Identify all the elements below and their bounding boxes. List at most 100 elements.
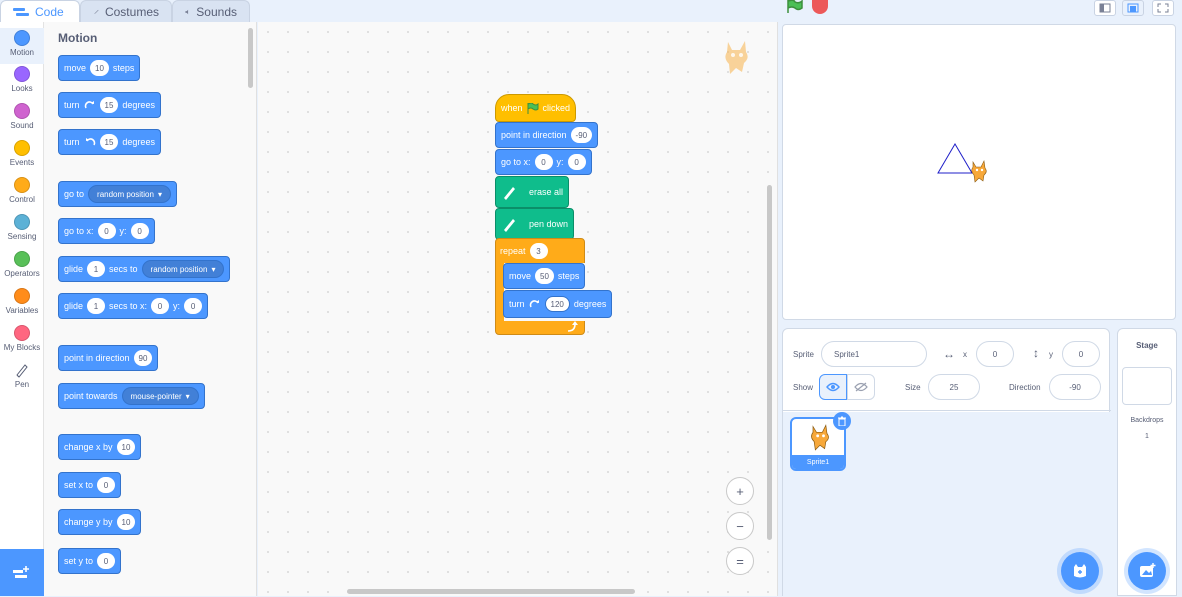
- x-input[interactable]: 0: [97, 223, 116, 239]
- rotate-left-icon: [85, 138, 95, 146]
- sprite-list: Sprite1: [783, 412, 1111, 597]
- category-label: Sound: [10, 121, 34, 130]
- category-motion[interactable]: Motion: [0, 28, 44, 64]
- y-input[interactable]: 0: [567, 154, 586, 170]
- tab-code[interactable]: Code: [0, 0, 80, 22]
- x-input[interactable]: 0: [534, 154, 553, 170]
- value-input[interactable]: 0: [97, 553, 116, 569]
- turn-right-block[interactable]: turn 15 degrees: [58, 92, 161, 118]
- move-steps-block[interactable]: move 10 steps: [58, 55, 141, 81]
- value-input[interactable]: 0: [97, 477, 116, 493]
- value-input[interactable]: 10: [116, 514, 136, 530]
- x-arrow-icon: ↔: [943, 347, 955, 361]
- small-stage-button[interactable]: [1094, 0, 1116, 16]
- block-text: turn: [64, 100, 80, 110]
- glide-to-xy-block[interactable]: glide 1 secs to x: 0 y: 0: [58, 293, 209, 319]
- fullscreen-button[interactable]: [1152, 0, 1174, 16]
- block-text: set y to: [64, 556, 94, 566]
- secs-input[interactable]: 1: [87, 298, 106, 314]
- turn-right-block[interactable]: turn 120 degrees: [503, 290, 613, 318]
- direction-input[interactable]: 90: [133, 350, 153, 366]
- block-text: erase all: [529, 187, 564, 197]
- y-arrow-icon: ↕: [1033, 346, 1039, 360]
- category-sensing[interactable]: Sensing: [0, 214, 44, 241]
- category-sound[interactable]: Sound: [0, 103, 44, 130]
- pen-down-block[interactable]: pen down: [495, 208, 575, 240]
- direction-input[interactable]: -90: [570, 127, 593, 143]
- x-input[interactable]: 0: [151, 298, 170, 314]
- category-label: Looks: [11, 84, 33, 93]
- move-steps-block[interactable]: move 50 steps: [503, 263, 586, 289]
- sprite-name-field[interactable]: Sprite1: [821, 341, 927, 367]
- glide-to-block[interactable]: glide 1 secs to random position ▾: [58, 256, 231, 282]
- delete-sprite-button[interactable]: [833, 412, 851, 430]
- stage-canvas[interactable]: [782, 24, 1176, 320]
- goto-target-dropdown[interactable]: random position ▾: [88, 185, 171, 203]
- category-label: Motion: [9, 48, 34, 57]
- code-workspace[interactable]: when clicked point in direction -90 go to…: [258, 22, 778, 596]
- erase-all-block[interactable]: erase all: [495, 176, 570, 208]
- size-field[interactable]: 25: [928, 374, 980, 400]
- pen-icon: [504, 187, 515, 200]
- set-y-block[interactable]: set y to 0: [58, 548, 122, 574]
- turn-left-block[interactable]: turn 15 degrees: [58, 129, 161, 155]
- category-looks[interactable]: Looks: [0, 66, 44, 93]
- degrees-input[interactable]: 120: [544, 296, 570, 312]
- x-position-field[interactable]: 0: [976, 341, 1014, 367]
- when-flag-clicked-block[interactable]: when clicked: [495, 94, 577, 122]
- category-my-blocks[interactable]: My Blocks: [0, 325, 44, 352]
- normal-stage-button[interactable]: [1122, 0, 1144, 16]
- choose-backdrop-button[interactable]: [1128, 552, 1166, 590]
- stage-selector-pane[interactable]: Stage Backdrops 1: [1117, 328, 1177, 596]
- workspace-horizontal-scrollbar[interactable]: [347, 589, 635, 594]
- glide-target-dropdown[interactable]: random position ▾: [141, 260, 225, 278]
- value-input[interactable]: 10: [116, 439, 136, 455]
- show-hidden-button[interactable]: [847, 374, 875, 400]
- green-flag-icon[interactable]: [786, 0, 804, 14]
- point-in-direction-block[interactable]: point in direction 90: [58, 345, 159, 371]
- workspace-vertical-scrollbar[interactable]: [767, 185, 772, 540]
- add-extension-button[interactable]: [0, 549, 44, 596]
- go-to-xy-block[interactable]: go to x: 0 y: 0: [495, 149, 592, 175]
- tab-costumes[interactable]: Costumes: [80, 0, 172, 22]
- go-to-xy-block[interactable]: go to x: 0 y: 0: [58, 218, 155, 244]
- y-input[interactable]: 0: [184, 298, 203, 314]
- point-towards-block[interactable]: point towards mouse-pointer ▾: [58, 383, 205, 409]
- set-x-block[interactable]: set x to 0: [58, 472, 122, 498]
- block-text: go to: [64, 189, 85, 199]
- eye-icon: [826, 382, 840, 392]
- category-operators[interactable]: Operators: [0, 251, 44, 278]
- zoom-in-button[interactable]: +: [726, 477, 754, 505]
- normal-stage-icon: [1127, 3, 1139, 13]
- stop-icon[interactable]: [812, 0, 828, 14]
- y-position-field[interactable]: 0: [1062, 341, 1100, 367]
- choose-sprite-button[interactable]: [1061, 552, 1099, 590]
- change-x-block[interactable]: change x by 10: [58, 434, 142, 460]
- cat-sprite-icon[interactable]: [969, 159, 989, 183]
- degrees-input[interactable]: 15: [99, 97, 119, 113]
- category-variables[interactable]: Variables: [0, 288, 44, 315]
- category-label: Events: [9, 158, 35, 167]
- secs-input[interactable]: 1: [87, 261, 106, 277]
- zoom-reset-button[interactable]: =: [726, 547, 754, 575]
- go-to-block[interactable]: go to random position ▾: [58, 181, 177, 207]
- tab-sounds[interactable]: Sounds: [172, 0, 250, 22]
- block-text: glide: [64, 264, 84, 274]
- degrees-input[interactable]: 15: [99, 134, 119, 150]
- sensing-dot-icon: [14, 214, 30, 230]
- backdrop-thumbnail[interactable]: [1122, 367, 1172, 405]
- repeat-count-input[interactable]: 3: [529, 243, 548, 259]
- y-input[interactable]: 0: [130, 223, 149, 239]
- change-y-block[interactable]: change y by 10: [58, 509, 142, 535]
- palette-scrollbar[interactable]: [248, 28, 253, 88]
- direction-field[interactable]: -90: [1049, 374, 1101, 400]
- steps-input[interactable]: 50: [535, 268, 554, 284]
- point-towards-dropdown[interactable]: mouse-pointer ▾: [121, 387, 199, 405]
- category-events[interactable]: Events: [0, 140, 44, 167]
- show-visible-button[interactable]: [819, 374, 847, 400]
- category-control[interactable]: Control: [0, 177, 44, 204]
- zoom-out-button[interactable]: −: [726, 512, 754, 540]
- steps-input[interactable]: 10: [90, 60, 109, 76]
- category-pen[interactable]: Pen: [0, 362, 44, 389]
- point-in-direction-block[interactable]: point in direction -90: [495, 122, 599, 148]
